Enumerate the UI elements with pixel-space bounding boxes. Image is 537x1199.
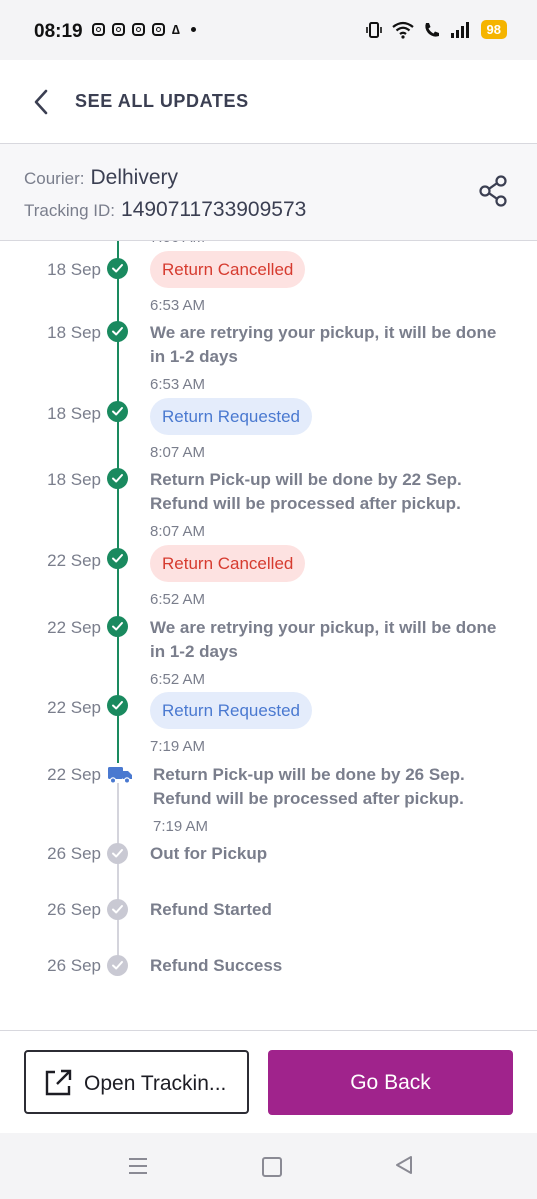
system-icons: 98: [365, 20, 507, 39]
status-badge: Return Requested: [150, 692, 312, 729]
event-message: Return Pick-up will be done by 22 Sep. R…: [150, 470, 462, 513]
check-circle-icon: [107, 258, 128, 279]
check-circle-icon: [107, 548, 128, 569]
wifi-icon: [391, 21, 414, 39]
tracking-label: Tracking ID:: [24, 201, 116, 220]
open-tracking-button[interactable]: Open Trackin...: [24, 1050, 249, 1114]
wifi-call-icon: [424, 22, 439, 37]
share-icon[interactable]: [477, 174, 509, 208]
chevron-left-icon[interactable]: [28, 86, 56, 118]
external-link-icon: [45, 1069, 72, 1096]
header: SEE ALL UPDATES: [0, 60, 537, 144]
instagram-icon: [152, 23, 165, 36]
event-date: 26 Sep: [47, 900, 101, 919]
status-badge: Return Cancelled: [150, 545, 306, 582]
check-circle-icon: [107, 401, 128, 422]
event-date: 18 Sep: [47, 470, 101, 489]
event-message: We are retrying your pickup, it will be …: [150, 618, 497, 661]
home-icon[interactable]: [262, 1157, 282, 1177]
event-time: 8:07 AM: [150, 523, 206, 540]
footer-actions: Open Trackin... Go Back: [0, 1030, 537, 1134]
a-icon: ∆: [172, 22, 180, 37]
courier-row: Courier: Delhivery: [24, 166, 178, 190]
event-date: 22 Sep: [47, 765, 101, 784]
battery-icon: 98: [480, 20, 507, 39]
check-circle-icon: [107, 695, 128, 716]
instagram-icon: [132, 23, 145, 36]
event-date: 26 Sep: [47, 956, 101, 975]
check-circle-icon: [107, 843, 128, 864]
system-nav-bar: [0, 1133, 537, 1199]
event-date: 18 Sep: [47, 323, 101, 342]
event-message: We are retrying your pickup, it will be …: [150, 323, 497, 366]
timeline-line: [117, 783, 119, 968]
check-circle-icon: [107, 899, 128, 920]
event-date: 18 Sep: [47, 404, 101, 423]
open-tracking-label: Open Trackin...: [84, 1072, 227, 1095]
event-message: Return Pick-up will be done by 26 Sep. R…: [153, 765, 465, 808]
courier-label: Courier:: [24, 169, 85, 188]
event-date: 22 Sep: [47, 618, 101, 637]
timeline-line: [117, 241, 119, 763]
check-circle-icon: [107, 321, 128, 342]
check-circle-icon: [107, 955, 128, 976]
event-message: Refund Started: [150, 900, 272, 919]
instagram-icon: [112, 23, 125, 36]
check-circle-icon: [107, 616, 128, 637]
event-time: 8:07 AM: [150, 444, 206, 461]
courier-info: Courier: Delhivery Tracking ID: 1490711733…: [0, 144, 537, 241]
tracking-row: Tracking ID: 1490711733909573: [24, 198, 306, 222]
event-time: 7:19 AM: [150, 738, 206, 755]
event-time: 7:06 AM: [150, 241, 205, 246]
event-date: 26 Sep: [47, 844, 101, 863]
go-back-button[interactable]: Go Back: [268, 1050, 513, 1115]
status-badge: Return Cancelled: [150, 251, 306, 288]
event-message: Refund Success: [150, 956, 283, 975]
notification-icons: ∆: [92, 22, 196, 37]
tracking-id-value: 1490711733909573: [121, 198, 307, 221]
event-date: 22 Sep: [47, 551, 101, 570]
event-time: 6:53 AM: [150, 297, 206, 314]
dot-icon: [190, 27, 196, 32]
event-time: 7:19 AM: [153, 818, 209, 835]
event-time: 6:52 AM: [150, 591, 206, 608]
back-icon[interactable]: [394, 1155, 414, 1175]
event-time: 6:53 AM: [150, 376, 206, 393]
status-time: 08:19: [34, 21, 83, 42]
truck-icon: [108, 767, 132, 784]
tracking-timeline[interactable]: 7:06 AM 18 Sep Return Cancelled 6:53 AM …: [0, 241, 537, 1030]
page-title: SEE ALL UPDATES: [75, 91, 249, 111]
event-time: 6:52 AM: [150, 671, 206, 688]
instagram-icon: [92, 23, 105, 36]
event-message: Out for Pickup: [150, 844, 268, 863]
event-date: 22 Sep: [47, 698, 101, 717]
signal-icon: [450, 21, 469, 38]
status-bar: 08:19 ∆ 98: [0, 0, 537, 60]
menu-icon[interactable]: [128, 1157, 148, 1175]
courier-value: Delhivery: [90, 166, 178, 189]
vibrate-icon: [365, 21, 382, 38]
check-circle-icon: [107, 468, 128, 489]
status-badge: Return Requested: [150, 398, 312, 435]
event-date: 18 Sep: [47, 260, 101, 279]
